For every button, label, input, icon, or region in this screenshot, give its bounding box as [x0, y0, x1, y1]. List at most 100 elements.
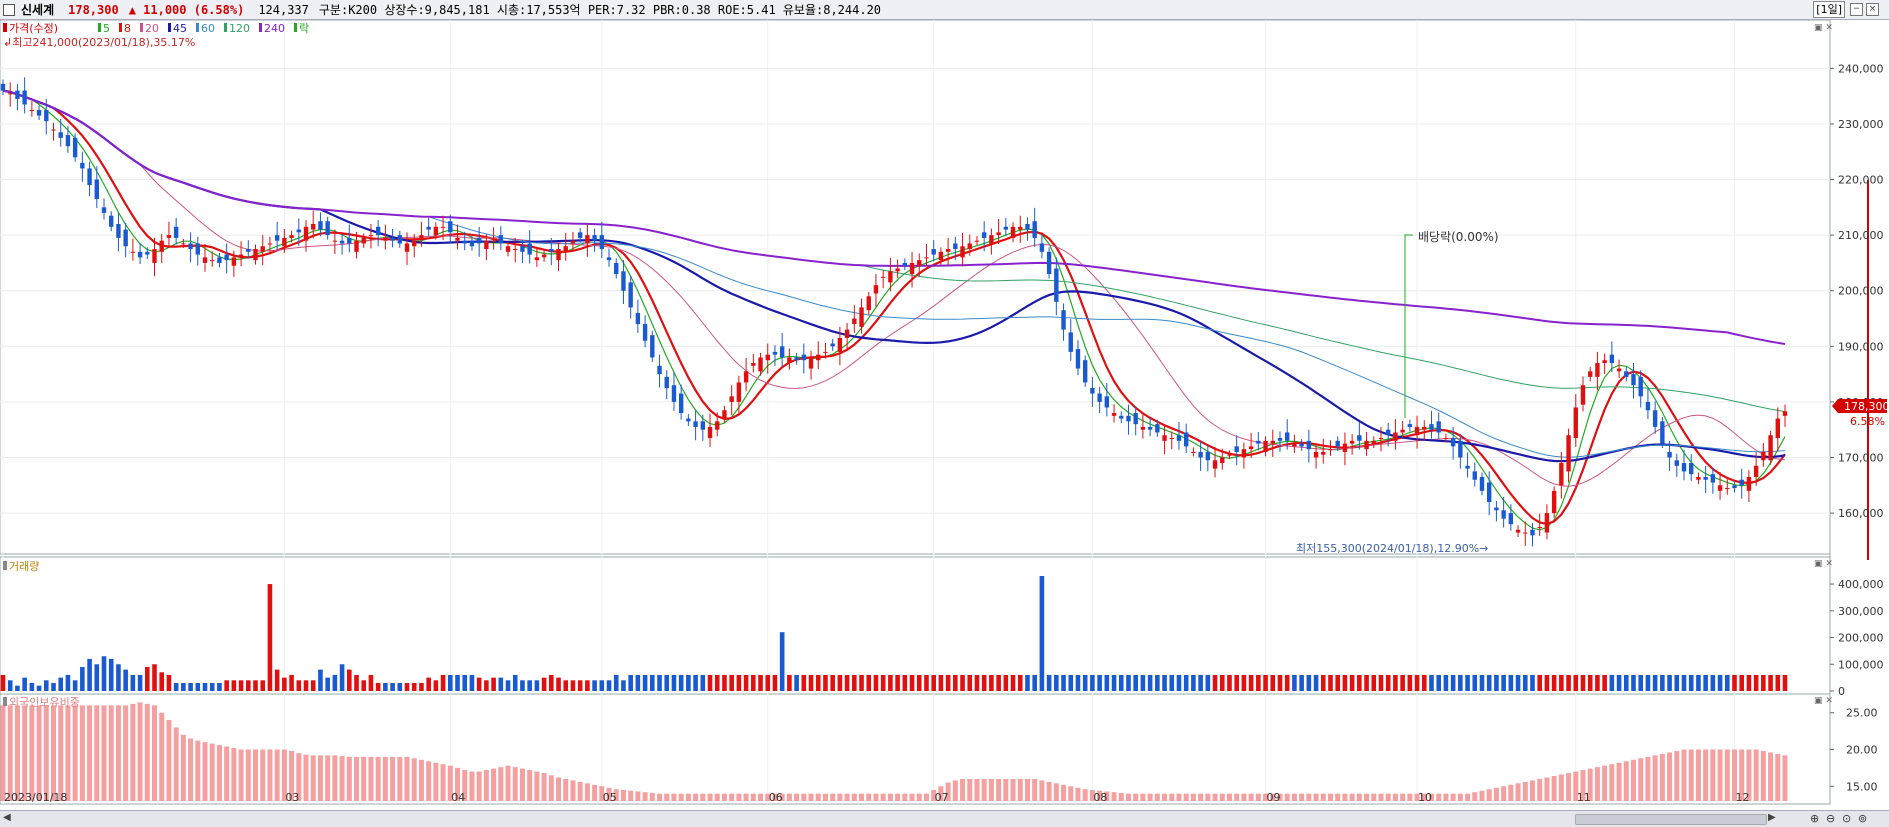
foreign-bar [1205, 793, 1211, 801]
scroll-left-icon[interactable]: ◀ [3, 812, 11, 823]
stock-name[interactable]: 신세계 [21, 1, 54, 18]
candle-body [44, 110, 49, 122]
volume-bar [852, 674, 857, 691]
volume-bar [1465, 674, 1470, 691]
candle-body [1205, 451, 1211, 461]
foreign-bar [758, 793, 764, 801]
price-legend-label: 가격(수정) [9, 22, 58, 35]
volume-bar [787, 674, 792, 691]
volume-bar [498, 677, 504, 691]
scroll-thumb[interactable] [1575, 814, 1767, 825]
candle-body [476, 237, 482, 244]
volume-bar [866, 674, 872, 691]
period-selector[interactable]: [1일] [1813, 1, 1845, 18]
candle-body [765, 354, 770, 361]
foreign-bar [1493, 787, 1499, 801]
minimize-icon[interactable]: − [1850, 3, 1863, 16]
candle-body [866, 296, 871, 311]
volume-bar [1429, 674, 1434, 691]
volume-bar [1537, 674, 1543, 691]
foreign-bar [1133, 793, 1139, 801]
pane-buttons-foreign[interactable]: ▣ ✕ [1814, 696, 1833, 706]
candle-body [332, 240, 338, 242]
zoom-in-icon[interactable]: ⊕ [1810, 812, 1819, 825]
volume-bar [195, 682, 201, 691]
volume-bar [686, 674, 691, 691]
volume-bar [1436, 674, 1442, 691]
x-tick-label: 08 [1093, 791, 1107, 804]
foreign-bar [996, 778, 1002, 801]
foreign-bar [620, 789, 626, 801]
volume-bar [837, 674, 843, 691]
candle-body [513, 249, 518, 251]
candle-body [1270, 440, 1275, 444]
volume-bar [253, 680, 258, 691]
volume-bar [1623, 674, 1629, 691]
volume-bar [1501, 674, 1506, 691]
volume-bar [981, 674, 987, 691]
select-checkbox[interactable] [3, 3, 15, 16]
candle-body [1234, 446, 1239, 452]
volume-bar [310, 680, 316, 691]
volume-bar [87, 658, 92, 691]
candle-body [1075, 349, 1081, 369]
volume-bar [1068, 674, 1074, 691]
foreign-tick-label: 15.00 [1846, 780, 1878, 793]
volume-bar [729, 674, 734, 691]
foreign-bar [7, 705, 13, 801]
volume-bar [1782, 674, 1788, 691]
price-pane-bg [0, 20, 1831, 555]
candle-body [722, 410, 727, 419]
foreign-bar [1566, 773, 1572, 801]
scroll-right-icon[interactable]: ▶ [1768, 812, 1776, 823]
volume-bar [592, 680, 597, 691]
foreign-bar [1667, 752, 1673, 801]
volume-bar [621, 680, 626, 691]
volume-bar [22, 677, 27, 691]
foreign-bar [1255, 793, 1261, 801]
candle-body [1357, 435, 1362, 441]
zoom-reset-icon[interactable]: ⊙ [1842, 812, 1851, 825]
x-tick-label: 12 [1735, 791, 1749, 804]
candle-body [210, 260, 215, 262]
candle-body [1393, 432, 1398, 441]
foreign-bar [144, 703, 150, 801]
foreign-bar [332, 755, 338, 801]
foreign-bar [685, 793, 691, 801]
foreign-bar [188, 738, 194, 801]
pane-buttons-volume[interactable]: ▣ ✕ [1814, 559, 1833, 569]
candle-body [202, 257, 208, 263]
zoom-fit-icon[interactable]: ⊚ [1858, 812, 1867, 825]
candle-body [58, 132, 63, 138]
volume-bar [217, 682, 222, 691]
zoom-out-icon[interactable]: ⊖ [1826, 812, 1835, 825]
foreign-bar [1291, 793, 1297, 801]
candle-body [311, 224, 316, 230]
volume-bar [693, 674, 698, 691]
foreign-bar [238, 749, 244, 801]
foreign-title-swatch [3, 697, 7, 706]
foreign-bar [130, 703, 136, 801]
foreign-bar [159, 712, 165, 801]
volume-bar [448, 674, 453, 691]
volume-bar [1234, 674, 1239, 691]
volume-tick-label: 0 [1838, 685, 1845, 698]
volume-bar [469, 674, 475, 691]
volume-bar [1364, 674, 1369, 691]
foreign-bar [491, 768, 497, 801]
volume-bar [606, 680, 612, 691]
volume-bar [43, 680, 49, 691]
pane-buttons-price[interactable]: ▣ ✕ [1814, 23, 1833, 33]
candle-body [1025, 224, 1030, 230]
foreign-bar [736, 793, 742, 801]
close-icon[interactable]: × [1866, 3, 1879, 16]
volume-bar [1703, 674, 1708, 691]
volume-bar [65, 674, 71, 691]
volume-bar [765, 674, 771, 691]
volume-bar [1414, 674, 1420, 691]
volume-bar [1198, 674, 1203, 691]
scroll-bar[interactable]: ◀ ▶ ⊕ ⊖ ⊙ ⊚ [0, 810, 1889, 827]
volume-bar [570, 680, 576, 691]
stock-chart[interactable]: 240,000 230,000 220,000 210,000 200,000 190,0… [0, 20, 1889, 810]
foreign-bar [1400, 793, 1406, 801]
